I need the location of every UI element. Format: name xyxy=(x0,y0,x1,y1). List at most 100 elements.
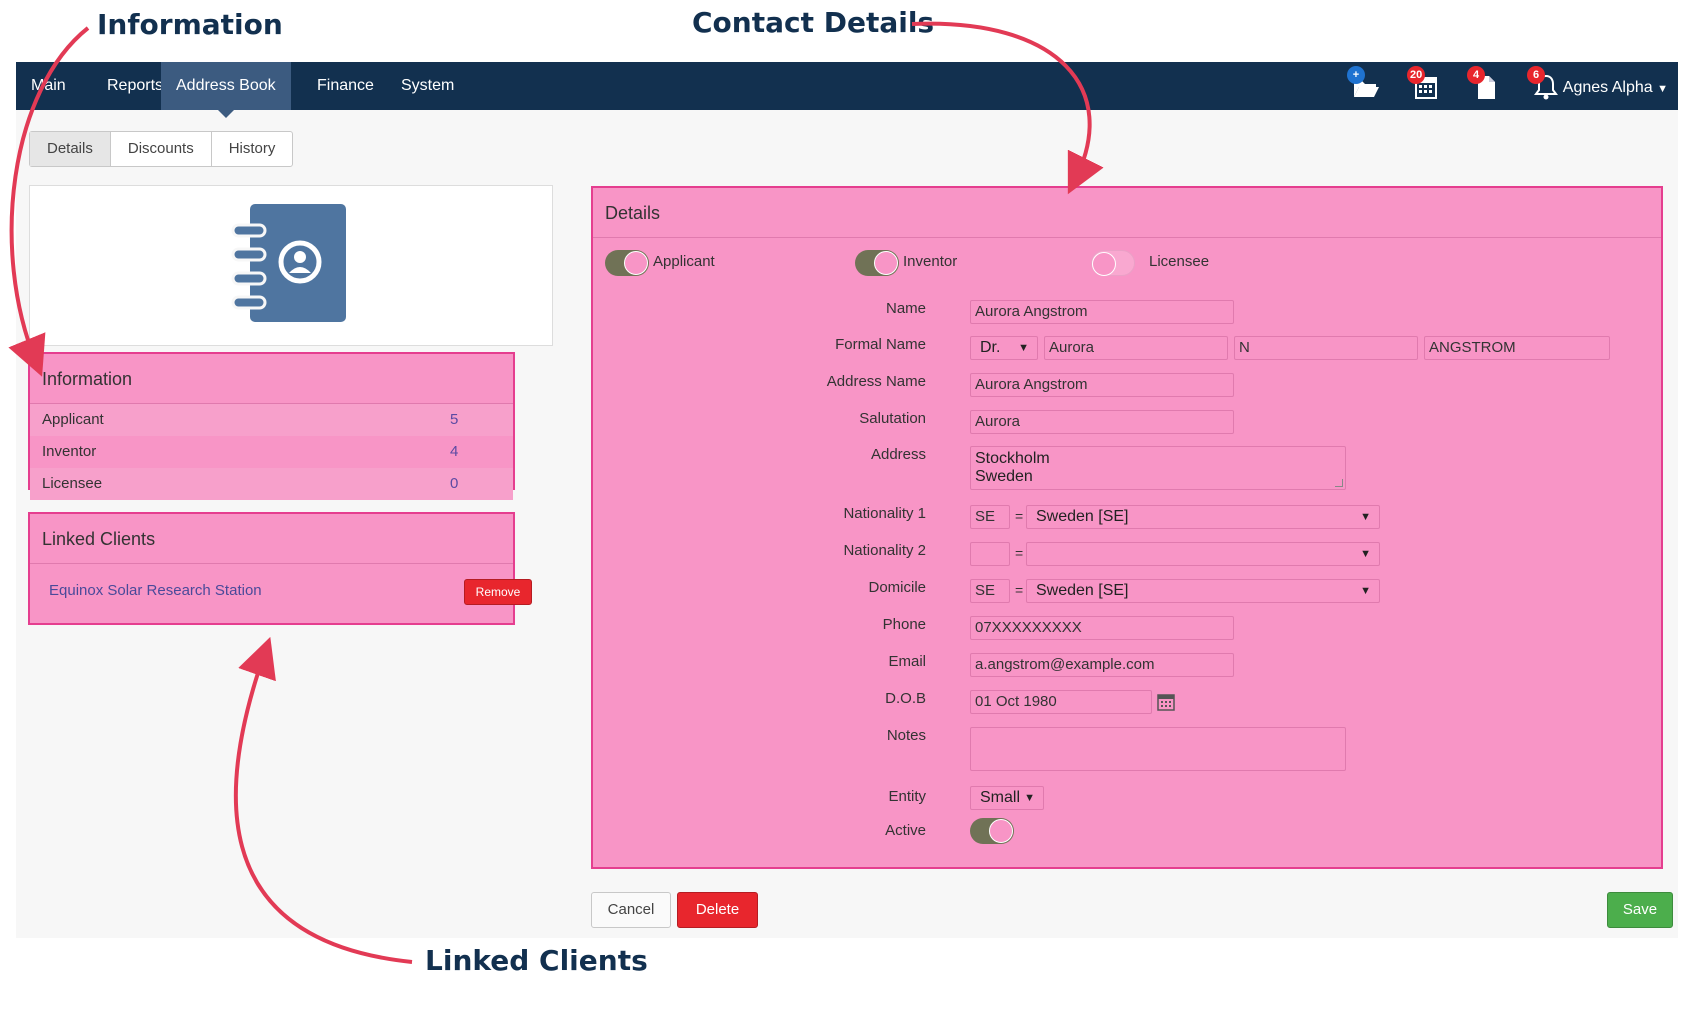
nationality1-label: Nationality 1 xyxy=(843,505,926,522)
email-label: Email xyxy=(888,653,926,670)
save-button[interactable]: Save xyxy=(1607,892,1673,928)
linked-client-row: Equinox Solar Research Station Remove xyxy=(30,564,532,624)
entity-select-value: Small xyxy=(980,789,1021,806)
entity-select[interactable]: Small ▼ xyxy=(970,786,1044,810)
info-label: Applicant xyxy=(42,411,104,428)
equals-sign: = xyxy=(1015,545,1024,561)
licensee-toggle[interactable] xyxy=(1091,250,1135,276)
domicile-select[interactable]: Sweden [SE] ▼ xyxy=(1026,579,1380,603)
info-row-licensee: Licensee 0 xyxy=(30,468,513,500)
calendar-icon[interactable]: 20 xyxy=(1407,66,1441,102)
middle-name-field[interactable]: N xyxy=(1234,336,1418,360)
document-icon[interactable]: 4 xyxy=(1467,66,1501,102)
chevron-down-icon: ▼ xyxy=(1360,585,1371,597)
open-folder-icon[interactable]: + xyxy=(1347,66,1381,102)
title-select-value: Dr. xyxy=(980,339,1001,356)
nav-finance[interactable]: Finance xyxy=(302,62,389,110)
remove-linked-client-button[interactable]: Remove xyxy=(464,579,532,605)
entity-label: Entity xyxy=(888,788,926,805)
licensee-toggle-label: Licensee xyxy=(1149,253,1210,270)
active-toggle[interactable] xyxy=(970,818,1014,844)
tab-details[interactable]: Details xyxy=(30,132,111,166)
domicile-select-value: Sweden [SE] xyxy=(1036,582,1129,599)
title-select[interactable]: Dr. ▼ xyxy=(970,336,1038,360)
chevron-down-icon: ▼ xyxy=(1360,548,1371,560)
bell-icon[interactable]: 6 xyxy=(1527,66,1561,102)
nationality2-select[interactable]: ▼ xyxy=(1026,542,1380,566)
linked-clients-panel: Linked Clients Equinox Solar Research St… xyxy=(28,512,532,625)
chevron-down-icon: ▼ xyxy=(1018,342,1029,354)
app-window: Main Reports Address Book Finance System… xyxy=(16,62,1678,938)
toggle-knob xyxy=(989,819,1013,843)
domicile-label: Domicile xyxy=(868,579,926,596)
callout-information: Information xyxy=(97,8,283,41)
nav-system[interactable]: System xyxy=(386,62,469,110)
info-row-inventor: Inventor 4 xyxy=(30,436,513,468)
linked-clients-title: Linked Clients xyxy=(30,514,513,564)
nav-address-book[interactable]: Address Book xyxy=(161,62,291,118)
tab-discounts[interactable]: Discounts xyxy=(111,132,212,166)
user-menu[interactable]: Agnes Alpha ▼ xyxy=(1563,62,1668,110)
nationality2-code-field[interactable] xyxy=(970,542,1010,566)
address-book-logo-panel xyxy=(29,185,553,346)
chevron-down-icon: ▼ xyxy=(1657,83,1668,95)
callout-contact-details: Contact Details xyxy=(692,6,935,39)
info-count[interactable]: 0 xyxy=(450,468,458,500)
information-panel: Information Applicant 5 Inventor 4 Licen… xyxy=(28,352,515,500)
resize-handle-icon[interactable] xyxy=(1335,479,1343,487)
equals-sign: = xyxy=(1015,508,1024,524)
delete-button[interactable]: Delete xyxy=(677,892,758,928)
applicant-toggle[interactable] xyxy=(605,250,649,276)
address-field[interactable]: Stockholm Sweden xyxy=(970,446,1346,490)
information-title: Information xyxy=(30,354,513,404)
equals-sign: = xyxy=(1015,582,1024,598)
info-count[interactable]: 5 xyxy=(450,404,458,436)
name-field[interactable]: Aurora Angstrom xyxy=(970,300,1234,324)
inventor-toggle[interactable] xyxy=(855,250,899,276)
info-label: Licensee xyxy=(42,475,103,492)
nationality1-select[interactable]: Sweden [SE] ▼ xyxy=(1026,505,1380,529)
formal-name-label: Formal Name xyxy=(835,336,926,353)
last-name-field[interactable]: ANGSTROM xyxy=(1424,336,1610,360)
tab-history[interactable]: History xyxy=(212,132,293,166)
document-badge: 4 xyxy=(1467,66,1485,84)
address-name-label: Address Name xyxy=(826,373,926,390)
active-nav-caret xyxy=(217,110,234,118)
first-name-field[interactable]: Aurora xyxy=(1044,336,1228,360)
information-rows: Applicant 5 Inventor 4 Licensee 0 xyxy=(30,404,513,500)
address-book-icon xyxy=(231,204,346,322)
record-tabs: Details Discounts History xyxy=(29,131,294,167)
notes-label: Notes xyxy=(886,727,926,744)
dob-field[interactable]: 01 Oct 1980 xyxy=(970,690,1152,714)
nav-address-book-label: Address Book xyxy=(176,77,276,94)
linked-client-link[interactable]: Equinox Solar Research Station xyxy=(49,582,262,599)
calendar-icon[interactable] xyxy=(1156,692,1176,712)
folder-badge: + xyxy=(1347,66,1365,84)
nationality1-code-field[interactable]: SE xyxy=(970,505,1010,529)
toggle-knob xyxy=(1092,252,1116,276)
dob-label: D.O.B xyxy=(885,690,926,707)
salutation-field[interactable]: Aurora xyxy=(970,410,1234,434)
nav-main[interactable]: Main xyxy=(16,62,81,110)
address-name-field[interactable]: Aurora Angstrom xyxy=(970,373,1234,397)
address-label: Address xyxy=(870,446,926,463)
chevron-down-icon: ▼ xyxy=(1360,511,1371,523)
notes-field[interactable] xyxy=(970,727,1346,771)
cancel-button[interactable]: Cancel xyxy=(591,892,671,928)
toggle-knob xyxy=(624,251,648,275)
top-navbar: Main Reports Address Book Finance System… xyxy=(16,62,1678,118)
phone-field[interactable]: 07XXXXXXXXX xyxy=(970,616,1234,640)
info-count[interactable]: 4 xyxy=(450,436,458,468)
inventor-toggle-label: Inventor xyxy=(903,253,958,270)
salutation-label: Salutation xyxy=(859,410,926,427)
email-field[interactable]: a.angstrom@example.com xyxy=(970,653,1234,677)
user-name: Agnes Alpha xyxy=(1562,79,1653,96)
nationality2-label: Nationality 2 xyxy=(843,542,926,559)
chevron-down-icon: ▼ xyxy=(1024,792,1035,804)
info-row-applicant: Applicant 5 xyxy=(30,404,513,436)
active-label: Active xyxy=(885,822,926,839)
domicile-code-field[interactable]: SE xyxy=(970,579,1010,603)
info-label: Inventor xyxy=(42,443,97,460)
callout-linked-clients: Linked Clients xyxy=(425,944,648,977)
applicant-toggle-label: Applicant xyxy=(653,253,715,270)
